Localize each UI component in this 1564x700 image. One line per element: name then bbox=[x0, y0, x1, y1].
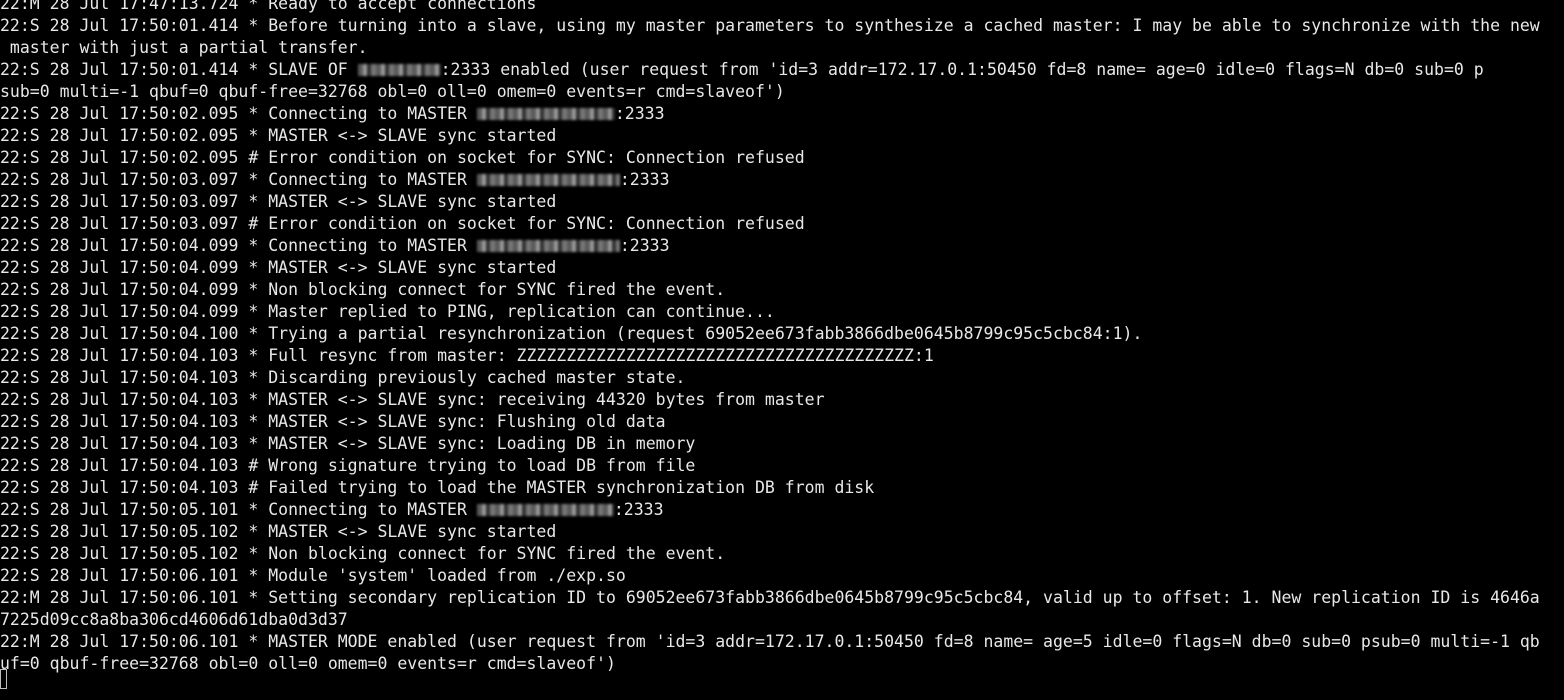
log-line-text: 22:S 28 Jul 17:50:05.101 * Connecting to… bbox=[0, 500, 477, 519]
redacted-host bbox=[476, 240, 620, 252]
log-line-text: 22:S 28 Jul 17:50:03.097 * Connecting to… bbox=[0, 170, 477, 189]
log-line: 22:M 28 Jul 17:47:13.724 * Ready to acce… bbox=[0, 0, 1564, 15]
log-line: 22:S 28 Jul 17:50:04.103 # Wrong signatu… bbox=[0, 455, 1564, 477]
log-line-text: 22:S 28 Jul 17:50:02.095 * MASTER <-> SL… bbox=[0, 126, 557, 145]
log-line-text: 22:S 28 Jul 17:50:04.100 * Trying a part… bbox=[0, 324, 1143, 343]
log-line: 22:M 28 Jul 17:50:06.101 * MASTER MODE e… bbox=[0, 631, 1564, 653]
log-line: 22:S 28 Jul 17:50:04.103 # Failed trying… bbox=[0, 477, 1564, 499]
log-line-text: 22:M 28 Jul 17:50:06.101 * MASTER MODE e… bbox=[0, 632, 1540, 651]
log-line: 22:S 28 Jul 17:50:04.099 * Connecting to… bbox=[0, 235, 1564, 257]
log-line-text: :2333 bbox=[619, 236, 670, 255]
log-line-text: 22:S 28 Jul 17:50:05.102 * Non blocking … bbox=[0, 544, 726, 563]
log-line: 22:S 28 Jul 17:50:04.103 * MASTER <-> SL… bbox=[0, 433, 1564, 455]
log-line-text: 22:S 28 Jul 17:50:04.103 * Full resync f… bbox=[0, 346, 934, 365]
log-line: 22:S 28 Jul 17:50:02.095 # Error conditi… bbox=[0, 147, 1564, 169]
log-line: 22:S 28 Jul 17:50:05.102 * MASTER <-> SL… bbox=[0, 521, 1564, 543]
log-line-text: 22:S 28 Jul 17:50:04.103 * MASTER <-> SL… bbox=[0, 434, 696, 453]
log-line-text: :2333 enabled (user request from 'id=3 a… bbox=[440, 60, 1484, 79]
log-line-text: 22:S 28 Jul 17:50:04.103 # Failed trying… bbox=[0, 478, 875, 497]
log-line-text: 22:S 28 Jul 17:50:04.099 * Non blocking … bbox=[0, 280, 726, 299]
log-line-text: :2333 bbox=[619, 170, 670, 189]
log-line: 22:S 28 Jul 17:50:02.095 * MASTER <-> SL… bbox=[0, 125, 1564, 147]
log-line-text: 22:S 28 Jul 17:50:05.102 * MASTER <-> SL… bbox=[0, 522, 557, 541]
log-line-text: master with just a partial transfer. bbox=[0, 38, 368, 57]
log-line: 7225d09cc8a8ba306cd4606d61dba0d3d37 bbox=[0, 609, 1564, 631]
log-line: 22:M 28 Jul 17:50:06.101 * Setting secon… bbox=[0, 587, 1564, 609]
redacted-host bbox=[476, 108, 615, 120]
redacted-host bbox=[476, 504, 614, 516]
log-line-text: 22:S 28 Jul 17:50:04.103 * MASTER <-> SL… bbox=[0, 390, 825, 409]
log-line: 22:S 28 Jul 17:50:02.095 * Connecting to… bbox=[0, 103, 1564, 125]
log-line: 22:S 28 Jul 17:50:01.414 * Before turnin… bbox=[0, 15, 1564, 37]
log-line: 22:S 28 Jul 17:50:04.103 * Full resync f… bbox=[0, 345, 1564, 367]
redacted-host bbox=[357, 64, 441, 76]
terminal-output: 22:M 28 Jul 17:47:13.724 * Ready to acce… bbox=[0, 0, 1564, 675]
terminal-window[interactable]: 22:M 28 Jul 17:47:13.724 * Ready to acce… bbox=[0, 0, 1564, 700]
log-line: 22:S 28 Jul 17:50:03.097 * Connecting to… bbox=[0, 169, 1564, 191]
log-line-text: 22:S 28 Jul 17:50:04.103 * Discarding pr… bbox=[0, 368, 686, 387]
log-line: 22:S 28 Jul 17:50:04.103 * Discarding pr… bbox=[0, 367, 1564, 389]
log-line-text: 22:S 28 Jul 17:50:04.099 * MASTER <-> SL… bbox=[0, 258, 557, 277]
redacted-host bbox=[476, 174, 620, 186]
log-line-text: :2333 bbox=[613, 500, 664, 519]
log-line: 22:S 28 Jul 17:50:05.101 * Connecting to… bbox=[0, 499, 1564, 521]
log-line: 22:S 28 Jul 17:50:01.414 * SLAVE OF :233… bbox=[0, 59, 1564, 81]
log-line: 22:S 28 Jul 17:50:03.097 # Error conditi… bbox=[0, 213, 1564, 235]
log-line: 22:S 28 Jul 17:50:04.099 * Non blocking … bbox=[0, 279, 1564, 301]
log-line-text: uf=0 qbuf-free=32768 obl=0 oll=0 omem=0 … bbox=[0, 654, 616, 673]
log-line-text: 22:M 28 Jul 17:47:13.724 * Ready to acce… bbox=[0, 0, 537, 13]
log-line-text: 7225d09cc8a8ba306cd4606d61dba0d3d37 bbox=[0, 610, 348, 629]
log-line-text: sub=0 multi=-1 qbuf=0 qbuf-free=32768 ob… bbox=[0, 82, 785, 101]
log-line-text: 22:S 28 Jul 17:50:04.099 * Connecting to… bbox=[0, 236, 477, 255]
terminal-cursor bbox=[0, 669, 7, 689]
log-line-text: :2333 bbox=[614, 104, 665, 123]
log-line-text: 22:S 28 Jul 17:50:01.414 * SLAVE OF bbox=[0, 60, 358, 79]
log-line: 22:S 28 Jul 17:50:05.102 * Non blocking … bbox=[0, 543, 1564, 565]
log-line-text: 22:S 28 Jul 17:50:06.101 * Module 'syste… bbox=[0, 566, 626, 585]
log-line: 22:S 28 Jul 17:50:04.099 * Master replie… bbox=[0, 301, 1564, 323]
log-line: 22:S 28 Jul 17:50:04.099 * MASTER <-> SL… bbox=[0, 257, 1564, 279]
log-line-text: 22:S 28 Jul 17:50:02.095 # Error conditi… bbox=[0, 148, 805, 167]
log-line-text: 22:M 28 Jul 17:50:06.101 * Setting secon… bbox=[0, 588, 1540, 607]
log-line-text: 22:S 28 Jul 17:50:04.099 * Master replie… bbox=[0, 302, 775, 321]
log-line: 22:S 28 Jul 17:50:04.103 * MASTER <-> SL… bbox=[0, 389, 1564, 411]
log-line: 22:S 28 Jul 17:50:04.100 * Trying a part… bbox=[0, 323, 1564, 345]
log-line-text: 22:S 28 Jul 17:50:04.103 # Wrong signatu… bbox=[0, 456, 696, 475]
log-line: master with just a partial transfer. bbox=[0, 37, 1564, 59]
log-line-text: 22:S 28 Jul 17:50:01.414 * Before turnin… bbox=[0, 16, 1540, 35]
log-line: sub=0 multi=-1 qbuf=0 qbuf-free=32768 ob… bbox=[0, 81, 1564, 103]
log-line: 22:S 28 Jul 17:50:04.103 * MASTER <-> SL… bbox=[0, 411, 1564, 433]
log-line: uf=0 qbuf-free=32768 obl=0 oll=0 omem=0 … bbox=[0, 653, 1564, 675]
log-line-text: 22:S 28 Jul 17:50:04.103 * MASTER <-> SL… bbox=[0, 412, 666, 431]
log-line: 22:S 28 Jul 17:50:06.101 * Module 'syste… bbox=[0, 565, 1564, 587]
log-line-text: 22:S 28 Jul 17:50:03.097 # Error conditi… bbox=[0, 214, 805, 233]
log-line-text: 22:S 28 Jul 17:50:02.095 * Connecting to… bbox=[0, 104, 477, 123]
log-line-text: 22:S 28 Jul 17:50:03.097 * MASTER <-> SL… bbox=[0, 192, 557, 211]
log-line: 22:S 28 Jul 17:50:03.097 * MASTER <-> SL… bbox=[0, 191, 1564, 213]
